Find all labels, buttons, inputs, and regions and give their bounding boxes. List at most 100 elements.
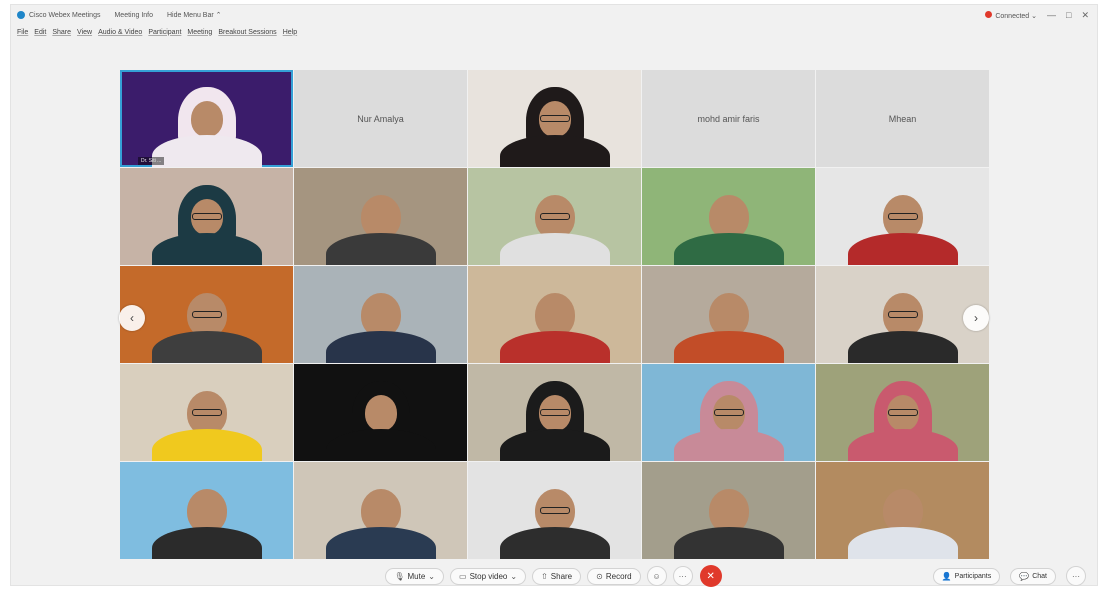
participant-body	[151, 527, 262, 559]
menu-participant[interactable]: Participant	[148, 29, 181, 36]
hide-menu-bar-button[interactable]: Hide Menu Bar ⌃	[167, 11, 222, 19]
menu-edit[interactable]: Edit	[34, 29, 46, 36]
participant-video-tile[interactable]	[468, 168, 641, 265]
meeting-info-button[interactable]: Meeting Info	[114, 12, 153, 19]
participant-video-tile[interactable]	[120, 462, 293, 559]
leave-meeting-button[interactable]: ✕	[699, 565, 722, 587]
next-page-button[interactable]: ›	[963, 305, 989, 331]
participant-body	[499, 331, 610, 363]
record-button[interactable]: ⊙ Record	[587, 567, 641, 585]
app-title: Cisco Webex Meetings	[29, 11, 101, 19]
glasses-icon	[539, 114, 570, 122]
participant-body	[499, 135, 610, 167]
participant-video-tile[interactable]	[294, 364, 467, 461]
glasses-icon	[191, 408, 222, 416]
connection-status-label: Connected ⌄	[995, 12, 1038, 20]
participant-video-tile[interactable]	[120, 266, 293, 363]
webex-logo-icon	[17, 11, 25, 19]
participant-body	[499, 233, 610, 265]
participant-body	[673, 527, 784, 559]
participant-body	[151, 429, 262, 461]
record-label: Record	[605, 571, 632, 581]
participant-body	[847, 331, 958, 363]
glasses-icon	[539, 408, 570, 416]
chat-icon: 💬	[1019, 571, 1030, 581]
participant-name: mohd amir faris	[697, 113, 760, 124]
share-button[interactable]: ⇧ Share	[532, 567, 582, 585]
maximize-button[interactable]: □	[1066, 10, 1071, 20]
participant-video-tile[interactable]	[468, 70, 641, 167]
participant-video-tile[interactable]	[642, 364, 815, 461]
chevron-left-icon: ‹	[130, 311, 134, 325]
close-window-button[interactable]: ✕	[1081, 10, 1089, 21]
glasses-icon	[887, 408, 918, 416]
more-options-button[interactable]: ···	[672, 566, 693, 586]
participant-video-tile[interactable]	[816, 364, 989, 461]
participant-video-tile[interactable]	[120, 168, 293, 265]
participant-face	[190, 101, 223, 138]
participant-video-tile[interactable]	[294, 266, 467, 363]
participant-video-tile[interactable]	[816, 168, 989, 265]
participant-body	[151, 135, 262, 167]
participant-video-tile[interactable]	[642, 462, 815, 559]
menu-help[interactable]: Help	[283, 29, 297, 36]
participant-body	[151, 233, 262, 265]
menu-audio-video[interactable]: Audio & Video	[98, 29, 142, 36]
participant-video-tile[interactable]	[468, 462, 641, 559]
chevron-down-icon: ⌄	[510, 571, 518, 581]
panel-controls: 👤 Participants 💬 Chat ···	[930, 565, 1089, 587]
menu-breakout-sessions[interactable]: Breakout Sessions	[218, 29, 276, 36]
participant-video-tile[interactable]	[294, 462, 467, 559]
mute-button[interactable]: 🎙 Mute ⌄	[385, 567, 444, 585]
participant-body	[151, 331, 262, 363]
participant-face	[364, 395, 397, 432]
participant-video-tile[interactable]	[642, 266, 815, 363]
participant-video-tile[interactable]	[642, 168, 815, 265]
participant-body	[673, 429, 784, 461]
webex-window: Cisco Webex Meetings Meeting Info Hide M…	[10, 4, 1098, 587]
menu-file[interactable]: File	[17, 29, 28, 36]
participant-video-tile[interactable]: Mhean	[816, 70, 989, 167]
participant-body	[325, 429, 436, 461]
connection-status[interactable]: Connected ⌄	[985, 10, 1038, 20]
participants-button[interactable]: 👤 Participants	[932, 567, 1001, 585]
glasses-icon	[887, 212, 918, 220]
mute-label: Mute	[407, 571, 426, 581]
chat-button[interactable]: 💬 Chat	[1010, 567, 1056, 585]
participant-video-tile[interactable]: Dr. Siti ...	[120, 70, 293, 167]
participants-label: Participants	[954, 572, 992, 580]
chevron-down-icon: ⌄	[428, 571, 435, 581]
menu-meeting[interactable]: Meeting	[187, 29, 212, 36]
microphone-icon: 🎙	[394, 571, 405, 581]
participants-icon: 👤	[941, 571, 952, 581]
glasses-icon	[191, 212, 222, 220]
title-bar: Cisco Webex Meetings Meeting Info Hide M…	[11, 5, 1097, 25]
menu-bar: File Edit Share View Audio & Video Parti…	[11, 25, 1097, 39]
reactions-button[interactable]: ☺	[646, 566, 667, 586]
participant-video-tile[interactable]	[294, 168, 467, 265]
participant-body	[673, 233, 784, 265]
participant-body	[673, 331, 784, 363]
participant-body	[847, 527, 958, 559]
minimize-button[interactable]: —	[1047, 10, 1056, 20]
previous-page-button[interactable]: ‹	[119, 305, 145, 331]
glasses-icon	[713, 408, 744, 416]
more-icon: ···	[1072, 571, 1080, 581]
participant-body	[847, 429, 958, 461]
participant-video-tile[interactable]	[468, 266, 641, 363]
participant-video-tile[interactable]	[468, 364, 641, 461]
participant-body	[499, 527, 610, 559]
participant-name: Nur Amalya	[357, 113, 404, 124]
menu-view[interactable]: View	[77, 29, 92, 36]
video-camera-icon: ▭	[459, 571, 467, 581]
participant-video-tile[interactable]	[816, 462, 989, 559]
participant-name: Mhean	[888, 113, 917, 124]
stop-video-button[interactable]: ▭ Stop video ⌄	[450, 567, 527, 585]
panel-more-button[interactable]: ···	[1066, 566, 1086, 586]
glasses-icon	[539, 212, 570, 220]
glasses-icon	[191, 310, 222, 318]
participant-video-tile[interactable]: Nur Amalya	[294, 70, 467, 167]
participant-video-tile[interactable]: mohd amir faris	[642, 70, 815, 167]
menu-share[interactable]: Share	[52, 29, 71, 36]
participant-video-tile[interactable]	[120, 364, 293, 461]
